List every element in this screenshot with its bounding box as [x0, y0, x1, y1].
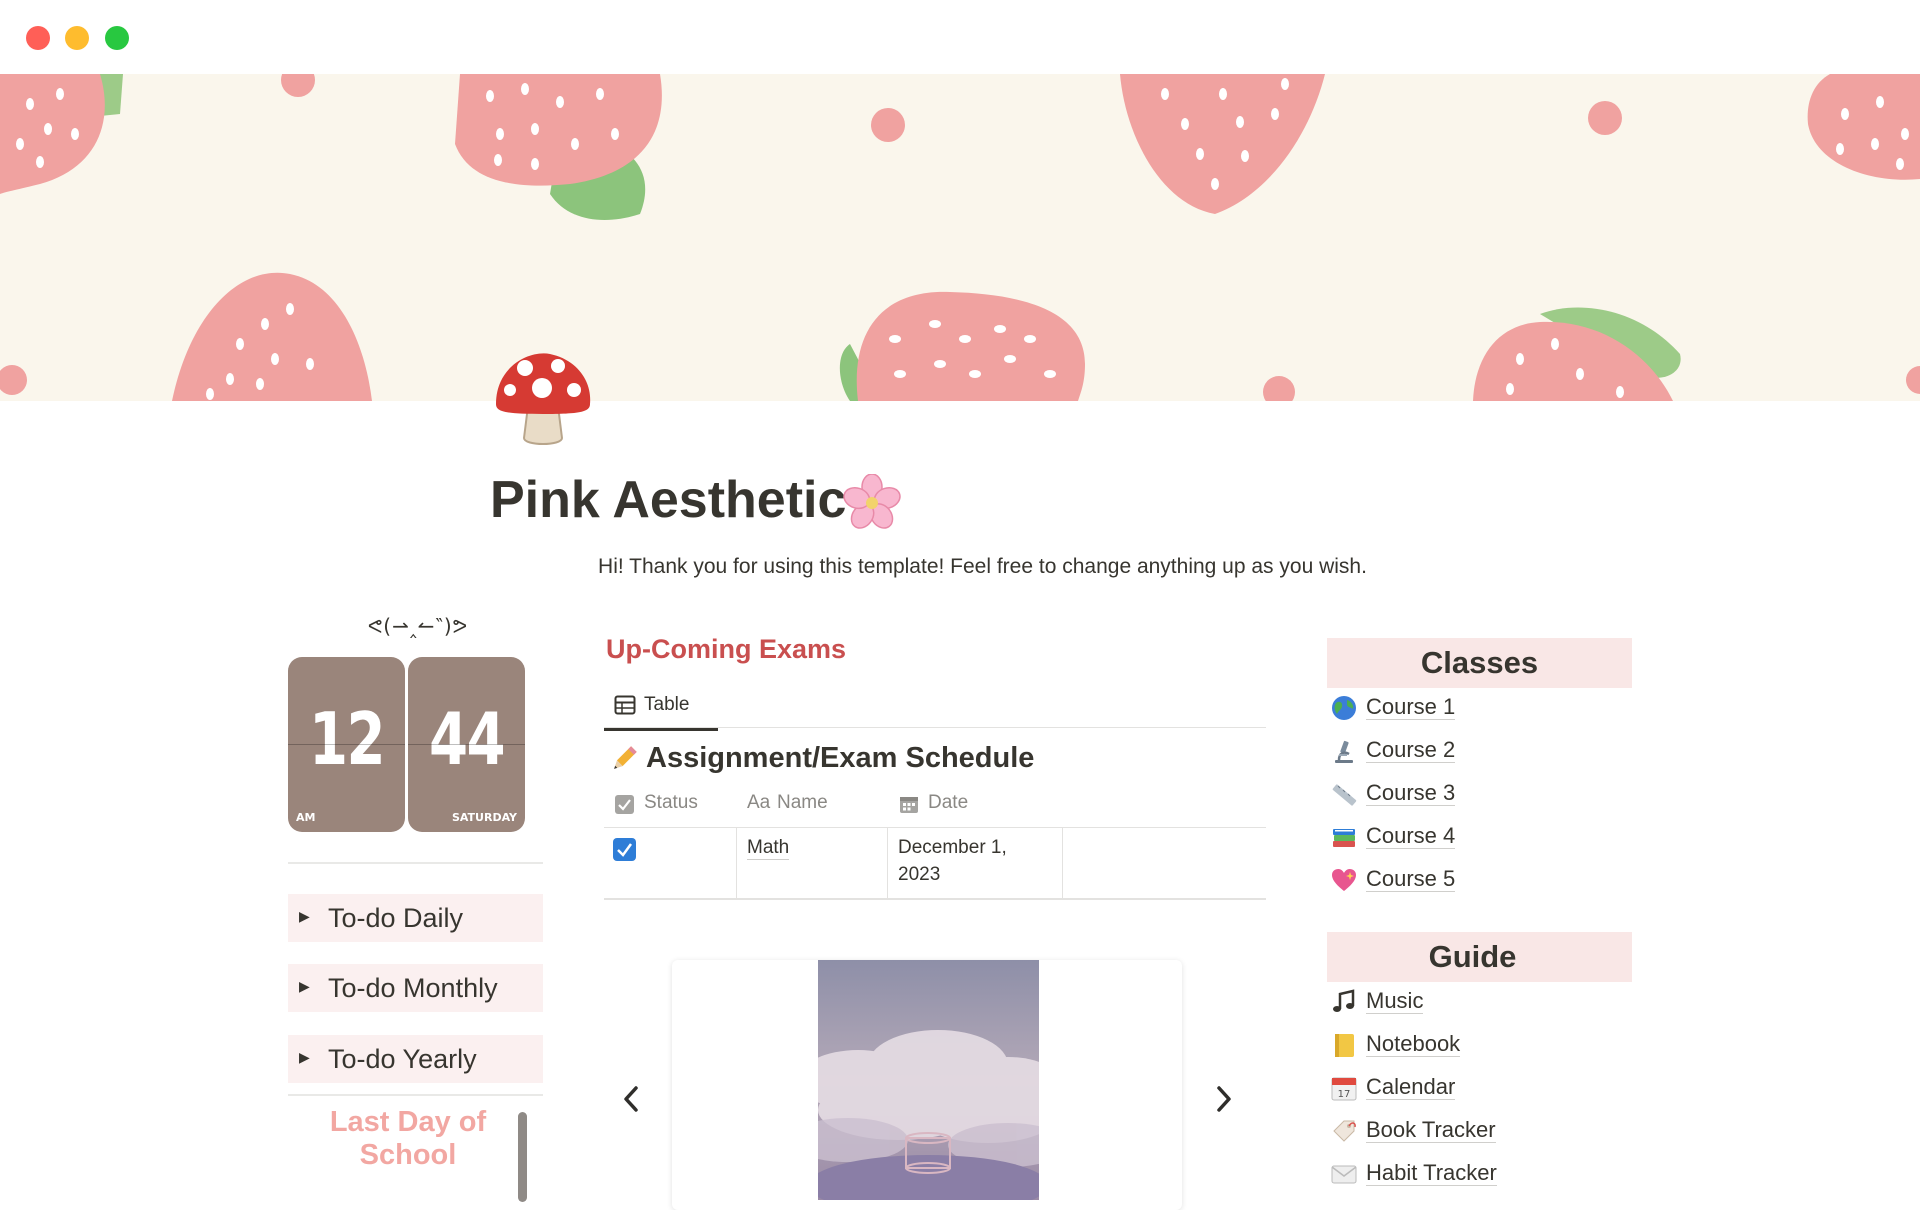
row-date-line1[interactable]: December 1,	[898, 837, 1007, 859]
table-icon	[614, 695, 636, 715]
checkbox-icon	[615, 795, 634, 814]
heart-icon	[1332, 869, 1356, 891]
chevron-left-icon[interactable]	[616, 1081, 646, 1117]
notebook-icon	[1335, 1034, 1354, 1057]
triangle-right-icon[interactable]: ▶	[299, 908, 310, 925]
class-link-label: Course 3	[1366, 780, 1456, 806]
cell-divider	[887, 828, 888, 898]
clock-weekday: SATURDAY	[451, 811, 517, 824]
cell-divider	[1062, 828, 1063, 898]
toggle-label: To-do Monthly	[328, 973, 498, 1003]
strawberry-pattern	[0, 74, 1920, 401]
class-link-label: Course 5	[1366, 866, 1456, 892]
pencil-icon	[614, 746, 637, 769]
clock-minutes: 44	[428, 697, 506, 781]
table-header-divider	[604, 827, 1266, 828]
cherry-blossom-icon	[843, 474, 901, 529]
class-link-label: Course 1	[1366, 694, 1456, 720]
toggle-todo-monthly[interactable]: ▶ To-do Monthly	[288, 964, 543, 1012]
class-link-label: Course 4	[1366, 823, 1456, 849]
tab-label: Table	[644, 694, 690, 715]
clock-hours-card: 12 AM	[288, 657, 405, 832]
close-window-button[interactable]	[26, 26, 50, 50]
toggle-label: To-do Yearly	[328, 1044, 477, 1074]
guide-heading: Guide	[1327, 932, 1632, 982]
toggle-label: To-do Daily	[328, 903, 464, 933]
microscope-icon	[1335, 740, 1353, 763]
divider	[288, 1094, 543, 1096]
toggle-todo-daily[interactable]: ▶ To-do Daily	[288, 894, 543, 942]
column-date[interactable]: Date	[928, 792, 968, 814]
envelope-icon	[1331, 1165, 1357, 1184]
clock-minutes-card: 44 SATURDAY	[408, 657, 525, 832]
guide-link-label: Book Tracker	[1366, 1117, 1496, 1143]
flip-divider	[408, 744, 525, 745]
ruler-icon	[1332, 784, 1357, 806]
check-icon	[617, 843, 633, 857]
row-name[interactable]: Math	[747, 837, 790, 860]
calendar-icon	[900, 797, 918, 813]
clock-meridiem: AM	[296, 811, 316, 824]
table-bottom-border	[604, 898, 1266, 900]
books-icon	[1333, 829, 1355, 847]
clock-hours: 12	[308, 697, 386, 781]
toggle-todo-yearly[interactable]: ▶ To-do Yearly	[288, 1035, 543, 1083]
svg-text:17: 17	[1338, 1089, 1351, 1100]
intro-text: Hi! Thank you for using this template! F…	[598, 555, 1367, 578]
clouds-image	[818, 960, 1039, 1200]
guide-link-label: Habit Tracker	[1366, 1160, 1497, 1186]
column-status[interactable]: Status	[644, 792, 698, 814]
triangle-right-icon[interactable]: ▶	[299, 978, 310, 995]
divider	[288, 862, 543, 864]
guide-link-label: Notebook	[1366, 1031, 1461, 1057]
database-title[interactable]: Assignment/Exam Schedule	[646, 742, 1034, 775]
tag-icon	[1333, 1120, 1356, 1142]
cover-image[interactable]	[0, 74, 1920, 401]
clouds-photo[interactable]	[818, 960, 1039, 1200]
guide-link-label: Music	[1366, 988, 1424, 1014]
class-link-label: Course 2	[1366, 737, 1456, 763]
window-titlebar	[0, 0, 1920, 74]
column-name[interactable]: Name	[777, 792, 828, 814]
exams-heading: Up-Coming Exams	[606, 634, 847, 664]
kaomoji-text: ᕙ(⇀‸↼‶)ᕗ	[367, 614, 469, 638]
flip-divider	[288, 744, 405, 745]
row-date-line2[interactable]: 2023	[898, 864, 940, 886]
countdown-title: Last Day of School	[329, 1106, 487, 1171]
guide-link-label: Calendar	[1366, 1074, 1456, 1100]
tab-divider	[604, 727, 1266, 728]
classes-heading: Classes	[1327, 638, 1632, 688]
music-notes-icon	[1333, 989, 1355, 1012]
triangle-right-icon[interactable]: ▶	[299, 1049, 310, 1066]
chevron-right-icon[interactable]	[1209, 1081, 1239, 1117]
globe-icon	[1332, 696, 1356, 720]
page-title[interactable]: Pink Aesthetic	[490, 470, 846, 536]
text-icon: Aa	[747, 792, 771, 813]
calendar-icon: 17	[1331, 1077, 1357, 1101]
tab-table-view[interactable]: Table	[604, 686, 718, 731]
status-checkbox[interactable]	[613, 838, 636, 861]
cell-divider	[736, 828, 737, 898]
minimize-window-button[interactable]	[65, 26, 89, 50]
zoom-window-button[interactable]	[105, 26, 129, 50]
classes-title: Classes	[1420, 645, 1539, 680]
guide-title: Guide	[1428, 939, 1517, 974]
scrollbar-thumb[interactable]	[518, 1112, 527, 1202]
mushroom-icon[interactable]	[490, 346, 596, 452]
